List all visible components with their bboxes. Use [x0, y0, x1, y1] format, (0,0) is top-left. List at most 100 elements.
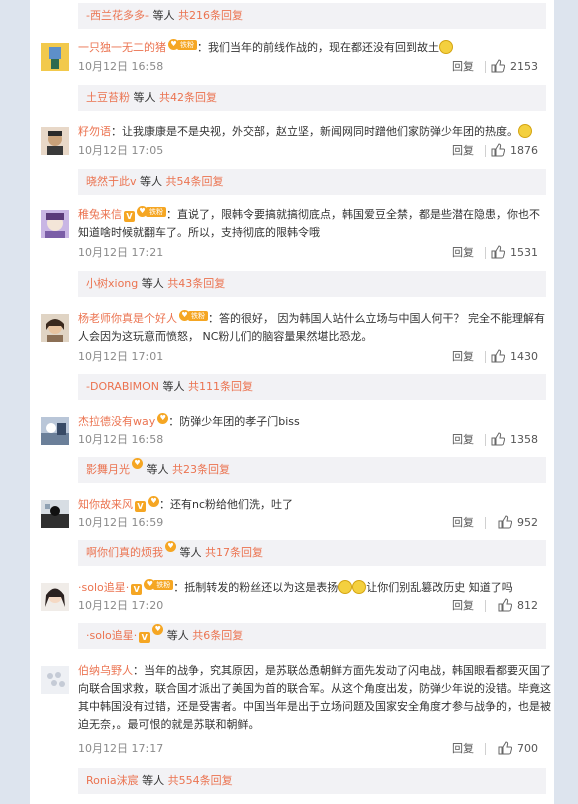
like-button[interactable]: 1358	[491, 431, 538, 449]
comment-body-cont: 向联合国求救，联合国才派出了美国为首的联合军。从这个角度出发，防弹少年说的没错。…	[78, 682, 551, 695]
reply-button[interactable]: 回复	[452, 431, 474, 449]
like-count: 1430	[510, 350, 538, 363]
reply-count-link[interactable]: 共54条回复	[166, 175, 224, 188]
avatar[interactable]	[41, 417, 69, 445]
reply-button[interactable]: 回复	[452, 348, 474, 366]
like-button[interactable]: 700	[498, 740, 538, 758]
username-link[interactable]: 知你故来风	[78, 498, 133, 511]
reply-user-link[interactable]: 晓然于此v	[86, 175, 137, 188]
divider	[485, 434, 486, 446]
reply-count-link[interactable]: 共6条回复	[192, 629, 243, 642]
username-link[interactable]: ·solo追星·	[78, 581, 129, 594]
like-button[interactable]: 812	[498, 597, 538, 615]
reply-suffix: 等人	[138, 774, 168, 787]
comment-meta: 10月12日 17:17 回复 700	[78, 740, 546, 758]
like-button[interactable]: 2153	[491, 58, 538, 76]
reply-user-link[interactable]: -西兰花多多-	[86, 9, 149, 22]
reply-user-link[interactable]: 影舞月光	[86, 463, 130, 476]
reply-count-link[interactable]: 共216条回复	[178, 9, 243, 22]
reply-summary[interactable]: Ronia沫宸 等人 共554条回复	[78, 768, 546, 794]
reply-count-link[interactable]: 共554条回复	[168, 774, 233, 787]
reply-suffix: 等人	[176, 546, 205, 559]
like-button[interactable]: 1430	[491, 348, 538, 366]
thumbs-up-icon	[491, 349, 505, 363]
username-link[interactable]: 杨老师你真是个好人	[78, 312, 177, 325]
reply-button[interactable]: 回复	[452, 58, 474, 76]
comment-text: 知你故来风 V♥ ：还有nc粉给他们洗，吐了	[78, 495, 546, 516]
divider	[485, 61, 486, 73]
reply-suffix: 等人	[163, 629, 193, 642]
reply-button[interactable]: 回复	[452, 514, 474, 532]
reply-count-link[interactable]: 共43条回复	[167, 277, 225, 290]
like-count: 952	[517, 516, 538, 529]
reply-summary[interactable]: -DORABIMON 等人 共111条回复	[78, 374, 546, 400]
comment-body-cont: 其中韩国没有过错，还是受害者。中国当年是出于立场问题及国家安全角度才参与战争的，…	[78, 700, 551, 713]
avatar[interactable]	[41, 210, 69, 238]
reply-count-link[interactable]: 共111条回复	[188, 380, 253, 393]
comment-body: ：当年的战争，究其原因，是苏联怂恿朝鲜方面先发动了闪电战，韩国眼看都要灭国了	[133, 664, 551, 677]
like-count: 1876	[510, 144, 538, 157]
reply-user-link[interactable]: Ronia沫宸	[86, 774, 139, 787]
fan-badge-icon: ♥ 铁粉	[144, 579, 174, 599]
coin-badge-icon: ♥	[165, 541, 176, 567]
reply-count-link[interactable]: 共17条回复	[205, 546, 263, 559]
comment-time: 10月12日 17:20	[78, 599, 164, 612]
comment-meta: 10月12日 17:05 回复 1876	[78, 142, 546, 160]
thumbs-up-icon	[491, 143, 505, 157]
reply-summary[interactable]: 小树xiong 等人 共43条回复	[78, 271, 546, 297]
reply-summary[interactable]: 晓然于此v 等人 共54条回复	[78, 169, 546, 195]
reply-summary[interactable]: 啊你们真的烦我 ♥ 等人 共17条回复	[78, 540, 546, 566]
like-button[interactable]: 1531	[491, 244, 538, 262]
username-link[interactable]: 杰拉德没有way	[78, 415, 155, 428]
like-count: 2153	[510, 60, 538, 73]
comment-time: 10月12日 16:59	[78, 516, 164, 529]
username-link[interactable]: 伯纳乌野人	[78, 664, 133, 677]
reply-user-link[interactable]: 啊你们真的烦我	[86, 546, 163, 559]
comment-meta: 10月12日 16:59 回复 952	[78, 514, 546, 532]
reply-user-link[interactable]: 小树xiong	[86, 277, 138, 290]
reply-count-link[interactable]: 共42条回复	[159, 91, 217, 104]
reply-summary[interactable]: ·solo追星· V♥ 等人 共6条回复	[78, 623, 546, 649]
thumbs-up-icon	[491, 245, 505, 259]
comment-text: 一只独一无二的猪 ♥ 铁粉 ：我们当年的前线作战的，现在都还没有回到故土	[78, 38, 546, 59]
thumbs-up-icon	[498, 741, 512, 755]
reply-user-link[interactable]: 土豆苔粉	[86, 91, 130, 104]
avatar[interactable]	[41, 314, 69, 342]
avatar[interactable]	[41, 666, 69, 694]
reply-button[interactable]: 回复	[452, 740, 474, 758]
comment-text: 杰拉德没有way ♥ ：防弹少年团的孝子门biss	[78, 412, 546, 433]
reply-summary[interactable]: 影舞月光 ♥ 等人 共23条回复	[78, 457, 546, 483]
comment-body: ：直说了，限韩令要搞就搞彻底点，韩国爱豆全禁，都是些潜在隐患，你也不	[166, 208, 540, 221]
avatar[interactable]	[41, 43, 69, 71]
verified-v-icon: V	[135, 501, 146, 512]
reply-user-link[interactable]: ·solo追星·	[86, 629, 137, 642]
divider	[485, 247, 486, 259]
comment-time: 10月12日 17:17	[78, 742, 164, 755]
avatar[interactable]	[41, 500, 69, 528]
like-button[interactable]: 952	[498, 514, 538, 532]
reply-summary[interactable]: -西兰花多多- 等人 共216条回复	[78, 3, 546, 29]
avatar[interactable]	[41, 583, 69, 611]
comment-text: 伯纳乌野人：当年的战争，究其原因，是苏联怂恿朝鲜方面先发动了闪电战，韩国眼看都要…	[78, 661, 551, 681]
comment-text-line: 知道啥时候就翻车了。所以，支持彻底的限韩令哦	[78, 223, 546, 243]
thumbs-up-icon	[491, 59, 505, 73]
reply-user-link[interactable]: -DORABIMON	[86, 380, 159, 393]
divider	[485, 743, 486, 755]
comment-body: ：防弹少年团的孝子门biss	[168, 415, 300, 428]
username-link[interactable]: 稚兔来信	[78, 208, 122, 221]
thumbs-up-icon	[498, 598, 512, 612]
comment-body-cont: 迫无奈，。最可恨的就是苏联和朝鲜。	[78, 718, 260, 731]
reply-button[interactable]: 回复	[452, 244, 474, 262]
avatar[interactable]	[41, 127, 69, 155]
comment-text-line: 迫无奈，。最可恨的就是苏联和朝鲜。	[78, 715, 546, 735]
username-link[interactable]: 一只独一无二的猪	[78, 41, 166, 54]
comment-text-line: 其中韩国没有过错，还是受害者。中国当年是出于立场问题及国家安全角度才参与战争的，…	[78, 697, 551, 717]
reply-summary[interactable]: 土豆苔粉 等人 共42条回复	[78, 85, 546, 111]
reply-button[interactable]: 回复	[452, 597, 474, 615]
username-link[interactable]: 籽勿语	[78, 125, 111, 138]
reply-count-link[interactable]: 共23条回复	[172, 463, 230, 476]
like-button[interactable]: 1876	[491, 142, 538, 160]
reply-button[interactable]: 回复	[452, 142, 474, 160]
comment-body-cont: 让你们别乱篡改历史 知道了吗	[366, 581, 513, 594]
comment-time: 10月12日 16:58	[78, 60, 164, 73]
